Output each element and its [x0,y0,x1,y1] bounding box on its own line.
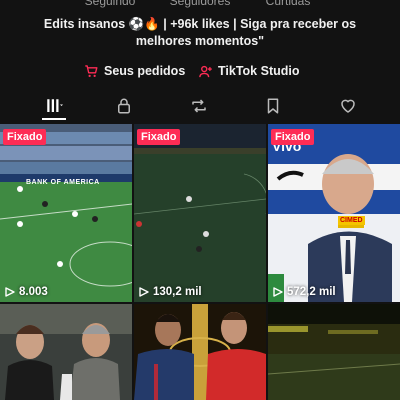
heart-icon [341,99,355,113]
view-count: 130,2 mil [139,286,202,298]
tab-reposts[interactable] [179,92,219,120]
tab-liked[interactable] [328,92,368,120]
video-grid: BANK OF AMERICA Fixado 8.003 Fixado 130,… [0,124,400,400]
repost-icon [192,99,206,113]
video-thumbnail [0,304,132,400]
grid-icon [47,99,63,112]
pinned-badge: Fixado [137,129,181,145]
bookmark-icon [267,98,279,114]
video-thumbnail [134,304,266,400]
view-count-value: 572,2 mil [287,286,336,298]
video-tile[interactable]: Vivo CIMED Fixado 572,2 mil [268,124,400,302]
cart-icon [85,64,98,77]
video-tile[interactable]: Fixado 130,2 mil [134,124,266,302]
view-count: 8.003 [5,286,48,298]
profile-links: Seus pedidos TikTok Studio [0,61,400,81]
pinned-badge: Fixado [271,129,315,145]
video-tile[interactable] [268,304,400,400]
profile-stats: Seguindo Seguidores Curtidas [0,0,400,8]
user-plus-icon [199,65,212,77]
video-thumbnail: BANK OF AMERICA [0,124,132,302]
stadium-ad-text: BANK OF AMERICA [26,179,100,186]
play-icon [5,287,15,297]
tab-private[interactable] [104,92,144,120]
profile-tabs [0,92,400,120]
view-count-value: 130,2 mil [153,286,202,298]
video-thumbnail [134,124,266,302]
mic-tag-text: CIMED [338,216,365,225]
video-tile[interactable] [0,304,132,400]
active-tab-indicator [42,118,66,120]
view-count-value: 8.003 [19,286,48,298]
view-count: 572,2 mil [273,286,336,298]
play-icon [139,287,149,297]
video-thumbnail: Vivo CIMED [268,124,400,302]
tab-videos[interactable] [34,92,74,120]
orders-link[interactable]: Seus pedidos [84,61,185,81]
studio-link[interactable]: TikTok Studio [198,61,299,81]
bio-line-2: melhores momentos" [135,34,265,48]
bio-line-1: Edits insanos ⚽🔥 | +96k likes | Siga pra… [43,17,357,31]
video-tile[interactable]: BANK OF AMERICA Fixado 8.003 [0,124,132,302]
tab-favorites[interactable] [253,92,293,120]
followers-label[interactable]: Seguidores [170,0,231,8]
profile-bio: Edits insanos ⚽🔥 | +96k likes | Siga pra… [30,16,370,50]
following-label[interactable]: Seguindo [85,0,136,8]
lock-icon [118,98,130,114]
pinned-badge: Fixado [3,129,47,145]
video-tile[interactable] [134,304,266,400]
studio-label: TikTok Studio [218,64,300,78]
orders-label: Seus pedidos [104,64,186,78]
likes-label: Curtidas [265,0,311,8]
video-thumbnail [268,304,400,400]
play-icon [273,287,283,297]
